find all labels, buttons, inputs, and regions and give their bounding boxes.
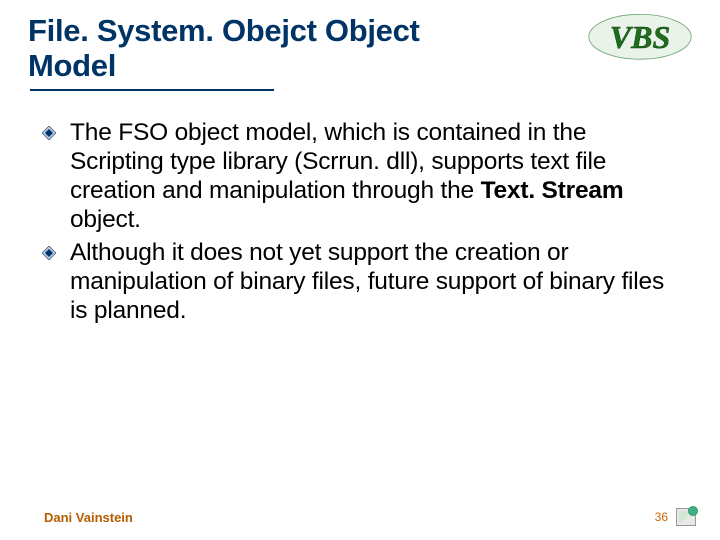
body: The FSO object model, which is contained…: [0, 91, 720, 325]
vbs-logo: VBS: [580, 8, 700, 69]
header: File. System. Obejct Object Model VBS: [0, 0, 720, 91]
page-title: File. System. Obejct Object Model: [28, 14, 508, 83]
title-underline: [30, 89, 274, 91]
slide-thumb-icon: [676, 508, 696, 526]
logo-text: VBS: [610, 19, 670, 55]
diamond-bullet-icon: [42, 126, 56, 140]
page-group: 36: [655, 508, 696, 526]
list-item: Although it does not yet support the cre…: [40, 239, 684, 326]
diamond-bullet-icon: [42, 246, 56, 260]
vbs-logo-svg: VBS: [580, 8, 700, 64]
page-number: 36: [655, 510, 668, 524]
author-name: Dani Vainstein: [44, 510, 133, 525]
bullet-text-bold: Text. Stream: [481, 177, 624, 204]
bullet-text-prefix: Although it does not yet support the cre…: [70, 239, 664, 324]
bullet-list: The FSO object model, which is contained…: [40, 119, 684, 325]
footer: Dani Vainstein 36: [0, 508, 720, 526]
list-item: The FSO object model, which is contained…: [40, 119, 684, 235]
bullet-text-suffix: object.: [70, 206, 141, 233]
slide: File. System. Obejct Object Model VBS Th…: [0, 0, 720, 540]
